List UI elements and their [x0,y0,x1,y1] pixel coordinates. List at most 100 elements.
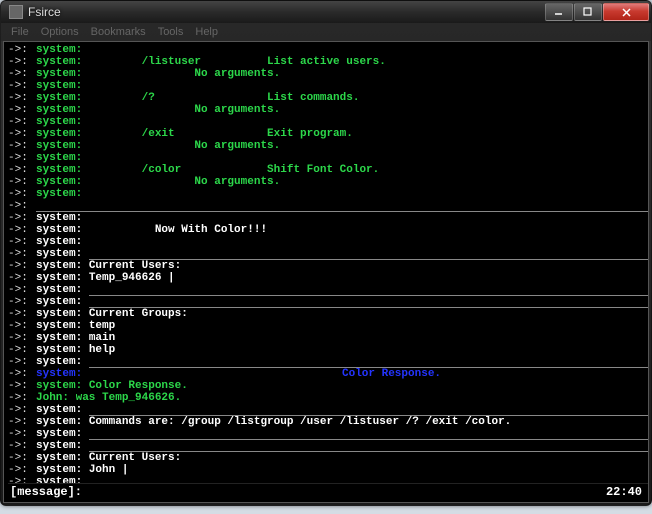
separator-line [89,404,648,416]
menu-options[interactable]: Options [41,26,79,38]
maximize-button[interactable] [574,3,602,21]
line-body [89,44,648,56]
line-tag: system: [36,68,89,80]
line-tag: system: [36,320,89,332]
terminal-line: ->: system: [8,428,648,440]
line-tag: system: [36,248,89,260]
line-tag: system: [36,380,89,392]
terminal-line: ->: system: /exit Exit program. [8,128,648,140]
terminal-line: ->: system: No arguments. [8,140,648,152]
prompt: ->: [8,464,36,476]
line-body: /? List commands. [89,92,648,104]
terminal-line: ->: system: [8,152,648,164]
separator-line [89,476,648,483]
separator-line [89,284,648,296]
prompt: ->: [8,68,36,80]
separator-line [89,440,648,452]
terminal-line: ->: system: [8,80,648,92]
app-window: Fsirce File Options Bookmarks Tools Help… [0,0,652,506]
prompt: ->: [8,320,36,332]
line-tag: system: [36,464,89,476]
prompt: ->: [8,224,36,236]
terminal-line: ->: system: No arguments. [8,68,648,80]
terminal-line: ->: system: Current Users: [8,452,648,464]
status-bar: [message]: 22:40 [8,483,648,502]
prompt: ->: [8,272,36,284]
clock: 22:40 [606,486,642,498]
terminal-line: ->: system: Now With Color!!! [8,224,648,236]
line-body: Color Response. [342,368,648,380]
prompt: ->: [8,476,36,483]
line-tag: system: [36,272,89,284]
message-input-label[interactable]: [message]: [10,486,82,498]
terminal-line: ->: system: Color Response. [8,380,648,392]
prompt: ->: [8,188,36,200]
prompt: ->: [8,140,36,152]
terminal-line: ->: system: [8,116,648,128]
terminal-line: ->: system: [8,296,648,308]
prompt: ->: [8,392,36,404]
line-tag: system: [36,344,89,356]
prompt: ->: [8,176,36,188]
terminal-line: ->: system: /listuser List active users. [8,56,648,68]
line-body: Commands are: /group /listgroup /user /l… [89,416,648,428]
terminal-line: ->: system: [8,476,648,483]
terminal-line: ->: system: /? List commands. [8,92,648,104]
line-body: help [89,344,648,356]
menu-bookmarks[interactable]: Bookmarks [91,26,146,38]
line-tag: system: [36,104,89,116]
line-body: /color Shift Font Color. [89,164,648,176]
minimize-button[interactable] [545,3,573,21]
separator-line [36,200,648,212]
terminal-line: ->: system: No arguments. [8,104,648,116]
line-tag: system: [36,116,89,128]
line-tag: system: [36,476,89,483]
terminal-line: ->: system: Temp_946626 | [8,272,648,284]
line-body [89,212,648,224]
menu-file[interactable]: File [11,26,29,38]
menu-tools[interactable]: Tools [158,26,184,38]
line-tag: system: [36,188,89,200]
line-tag: system: [36,164,89,176]
line-tag: system: [36,224,89,236]
prompt: ->: [8,200,36,212]
window-title: Fsirce [28,5,545,19]
terminal-line: ->: system: main [8,332,648,344]
terminal-line: ->: system: Commands are: /group /listgr… [8,416,648,428]
prompt: ->: [8,284,36,296]
line-body [89,188,648,200]
prompt: ->: [8,248,36,260]
prompt: ->: [8,452,36,464]
menu-help[interactable]: Help [195,26,218,38]
line-body: Temp_946626 | [89,272,648,284]
line-tag: system: [36,128,89,140]
prompt: ->: [8,212,36,224]
terminal-line: ->: system: [8,248,648,260]
terminal-line: ->: system: /color Shift Font Color. [8,164,648,176]
close-button[interactable] [603,3,649,21]
line-body: /exit Exit program. [89,128,648,140]
line-tag: system: [36,284,89,296]
line-body: Current Groups: [89,308,648,320]
line-tag: system: [36,296,89,308]
prompt: ->: [8,428,36,440]
terminal-line: ->: system: [8,212,648,224]
terminal-line: ->: system: [8,356,648,368]
line-body [89,80,648,92]
prompt: ->: [8,440,36,452]
line-body: /listuser List active users. [89,56,648,68]
titlebar[interactable]: Fsirce [1,1,651,23]
line-body: Current Users: [89,452,648,464]
prompt: ->: [8,128,36,140]
terminal-line: ->: system: Current Groups: [8,308,648,320]
prompt: ->: [8,164,36,176]
terminal-line: ->: system: temp [8,320,648,332]
line-tag: system: [36,260,89,272]
prompt: ->: [8,344,36,356]
line-body: Current Users: [89,260,648,272]
prompt: ->: [8,104,36,116]
line-tag: system: [36,428,89,440]
line-tag: system: [36,176,89,188]
terminal[interactable]: ->: system: ->: system: /listuser List a… [3,41,649,503]
terminal-line: ->: John: was Temp_946626. [8,392,648,404]
